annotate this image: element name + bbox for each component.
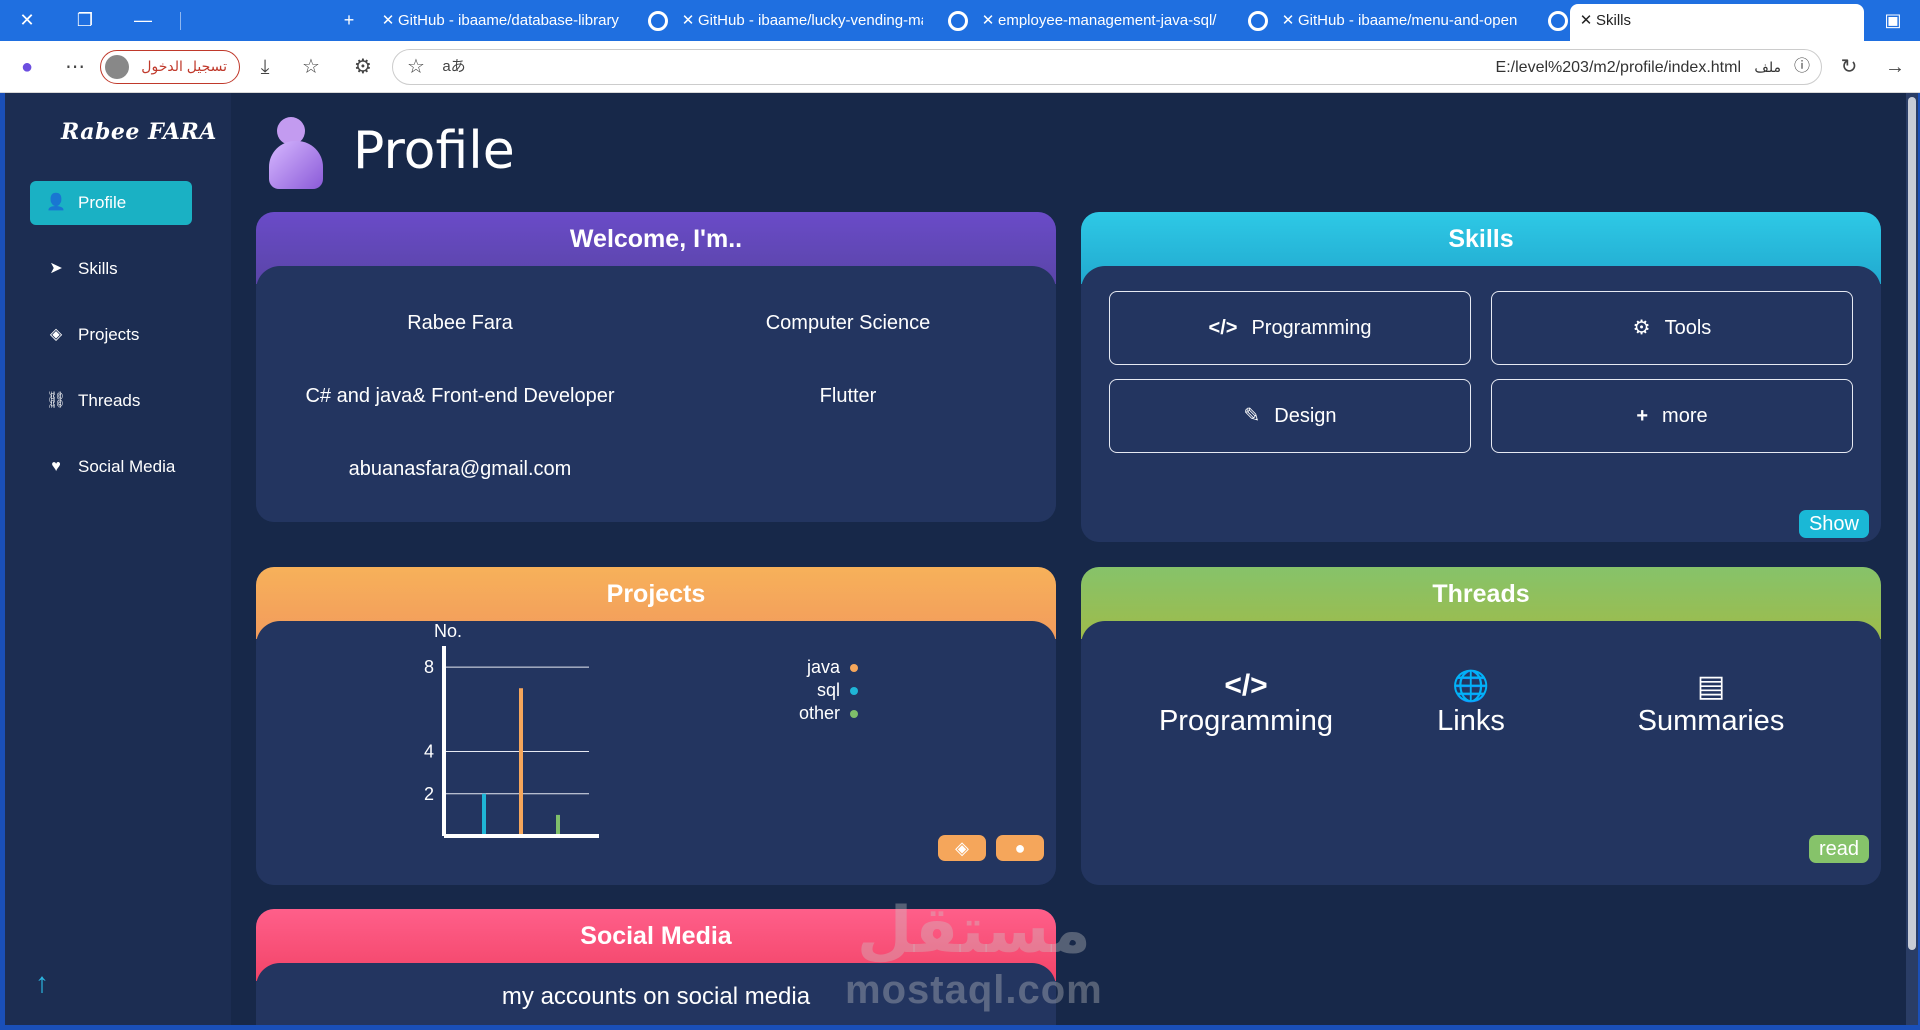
sidebar-item-social-media[interactable]: ♥ Social Media — [30, 445, 192, 489]
name-text: Rabee Fara — [407, 312, 513, 334]
y-tick-label: 4 — [424, 742, 434, 762]
show-button[interactable]: Show — [1798, 510, 1869, 538]
extensions-icon[interactable]: ⚙ — [350, 54, 376, 80]
send-icon: ➤ — [49, 260, 63, 277]
github-icon — [948, 11, 968, 31]
info-icon[interactable]: ⓘ — [1789, 54, 1815, 80]
forward-icon[interactable]: → — [1882, 54, 1908, 80]
sidebar-item-threads[interactable]: ⛓ Threads — [30, 379, 192, 423]
copilot-sidebar-icon[interactable]: ✧ — [1830, 7, 1856, 33]
more-icon[interactable]: ⋯ — [62, 54, 88, 80]
skill-design-button[interactable]: ✎ Design — [1109, 379, 1471, 453]
bar-other — [556, 814, 560, 834]
close-tab-icon[interactable]: ✕ — [978, 4, 998, 37]
url-text: E:/level%203/m2/profile/index.html — [1495, 59, 1741, 76]
codepen-link-icon[interactable]: ◈ — [938, 835, 986, 861]
close-window-icon[interactable]: ✕ — [14, 7, 40, 33]
projects-chart: No. 2 4 8 — [424, 621, 599, 838]
mostaql-watermark: مستقل mostaql.com — [845, 894, 1103, 1012]
tab-lucky-vending[interactable]: ✕GitHub - ibaame/lucky-vending-machine — [678, 4, 968, 37]
address-bar[interactable]: ☆ aあ E:/level%203/m2/profile/index.html … — [392, 49, 1822, 85]
code-icon: </> — [1208, 317, 1238, 339]
projects-card: Projects No. 2 4 8 java sql other ◈ ● — [256, 567, 1056, 885]
avatar-icon — [105, 55, 129, 79]
skills-card: Skills </> Programming ⚙ Tools ✎ Design + mo… — [1081, 212, 1881, 542]
tab-menu-and-open[interactable]: ✕ GitHub - ibaame/menu-and-open — [1278, 4, 1568, 37]
tab-actions-icon[interactable]: ▣ — [1880, 7, 1906, 33]
close-tab-icon[interactable]: ✕ — [378, 4, 398, 37]
bar-java — [519, 688, 523, 834]
restore-icon[interactable]: ❐ — [72, 7, 98, 33]
page-scrollbar[interactable] — [1906, 93, 1918, 1025]
tab-database-library[interactable]: ✕ GitHub - ibaame/database-library — [378, 4, 668, 37]
user-icon: 👤 — [46, 194, 66, 211]
close-tab-icon[interactable]: ✕ — [1576, 4, 1596, 37]
download-icon[interactable]: ⤓ — [252, 54, 278, 80]
thread-programming[interactable]: </> Programming — [1121, 669, 1371, 738]
y-tick-label: 2 — [424, 784, 434, 804]
gears-icon: ⚙ — [1632, 317, 1651, 339]
sidebar-item-projects[interactable]: ◈ Projects — [30, 313, 192, 357]
legend-item-other: other — [768, 703, 858, 724]
person-icon — [267, 115, 327, 191]
address-toolbar: ● ⋯ تسجيل الدخول ⤓ ☆ ⚙ ☆ aあ E:/level%203… — [0, 41, 1920, 93]
threads-card: Threads </> Programming 🌐 Links ▤ Summar… — [1081, 567, 1881, 885]
close-tab-icon[interactable]: ✕ — [678, 4, 698, 37]
page-title: Profile — [353, 121, 515, 181]
file-label: ملف — [1754, 59, 1781, 75]
thread-links[interactable]: 🌐 Links — [1401, 669, 1541, 738]
github-icon — [1548, 11, 1568, 31]
tab-skills[interactable]: ✕ Skills — [1570, 4, 1864, 41]
scroll-thumb[interactable] — [1908, 97, 1916, 950]
skill-more-button[interactable]: + more — [1491, 379, 1853, 453]
code-icon: </> — [1224, 669, 1268, 702]
close-tab-icon[interactable]: ✕ — [1278, 4, 1298, 37]
welcome-card: Welcome, I'm.. Rabee Fara Computer Scien… — [256, 212, 1056, 522]
y-tick-label: 8 — [424, 657, 434, 677]
diagram-icon: ⛓ — [46, 392, 67, 409]
sidebar-item-profile[interactable]: 👤 Profile — [30, 181, 192, 225]
skill-tools-button[interactable]: ⚙ Tools — [1491, 291, 1853, 365]
copilot-icon[interactable]: ● — [14, 54, 40, 80]
sidebar: Rabee FARA 👤 Profile ➤ Skills ◈ Projects… — [5, 93, 231, 1025]
globe-icon: 🌐 — [1452, 670, 1490, 703]
framework-text: Flutter — [819, 385, 877, 407]
sign-in-button[interactable]: تسجيل الدخول — [100, 50, 240, 84]
read-aloud-icon[interactable]: aあ — [441, 54, 467, 80]
y-axis-label: No. — [434, 621, 462, 641]
email-text[interactable]: abuanasfara@gmail.com — [280, 458, 640, 481]
thread-summaries[interactable]: ▤ Summaries — [1591, 669, 1831, 738]
browser-tab-bar: ✕ ❐ — + ✕ GitHub - ibaame/database-librar… — [0, 0, 1920, 41]
legend-item-java: java — [768, 657, 858, 678]
github-icon — [1248, 11, 1268, 31]
codepen-icon: ◈ — [49, 326, 63, 343]
github-link-icon[interactable]: ● — [996, 835, 1044, 861]
brush-icon: ✎ — [1243, 405, 1261, 427]
heart-icon: ♥ — [51, 458, 61, 475]
book-icon: ▤ — [1696, 670, 1726, 703]
page-viewport: Rabee FARA 👤 Profile ➤ Skills ◈ Projects… — [5, 93, 1908, 1025]
legend-item-sql: sql — [768, 680, 858, 701]
minimize-icon[interactable]: — — [130, 7, 156, 33]
read-button[interactable]: read — [1808, 835, 1869, 863]
skill-programming-button[interactable]: </> Programming — [1109, 291, 1471, 365]
refresh-icon[interactable]: ↻ — [1836, 54, 1862, 80]
plus-icon: + — [1636, 405, 1649, 427]
scroll-top-icon[interactable]: ↑ — [35, 967, 49, 999]
bar-sql — [482, 793, 486, 834]
field-text: Computer Science — [765, 312, 931, 334]
favorite-star-icon[interactable]: ☆ — [403, 54, 429, 80]
new-tab-icon[interactable]: + — [336, 7, 362, 33]
brand-logo: Rabee FARA — [61, 119, 217, 145]
sidebar-item-skills[interactable]: ➤ Skills — [30, 247, 192, 291]
favorites-icon[interactable]: ☆ — [298, 54, 324, 80]
tab-employee-management[interactable]: ✕ employee-management-java-sql/ — [978, 4, 1268, 37]
github-icon — [648, 11, 668, 31]
role-text: C# and java& Front-end Developer — [305, 385, 615, 407]
